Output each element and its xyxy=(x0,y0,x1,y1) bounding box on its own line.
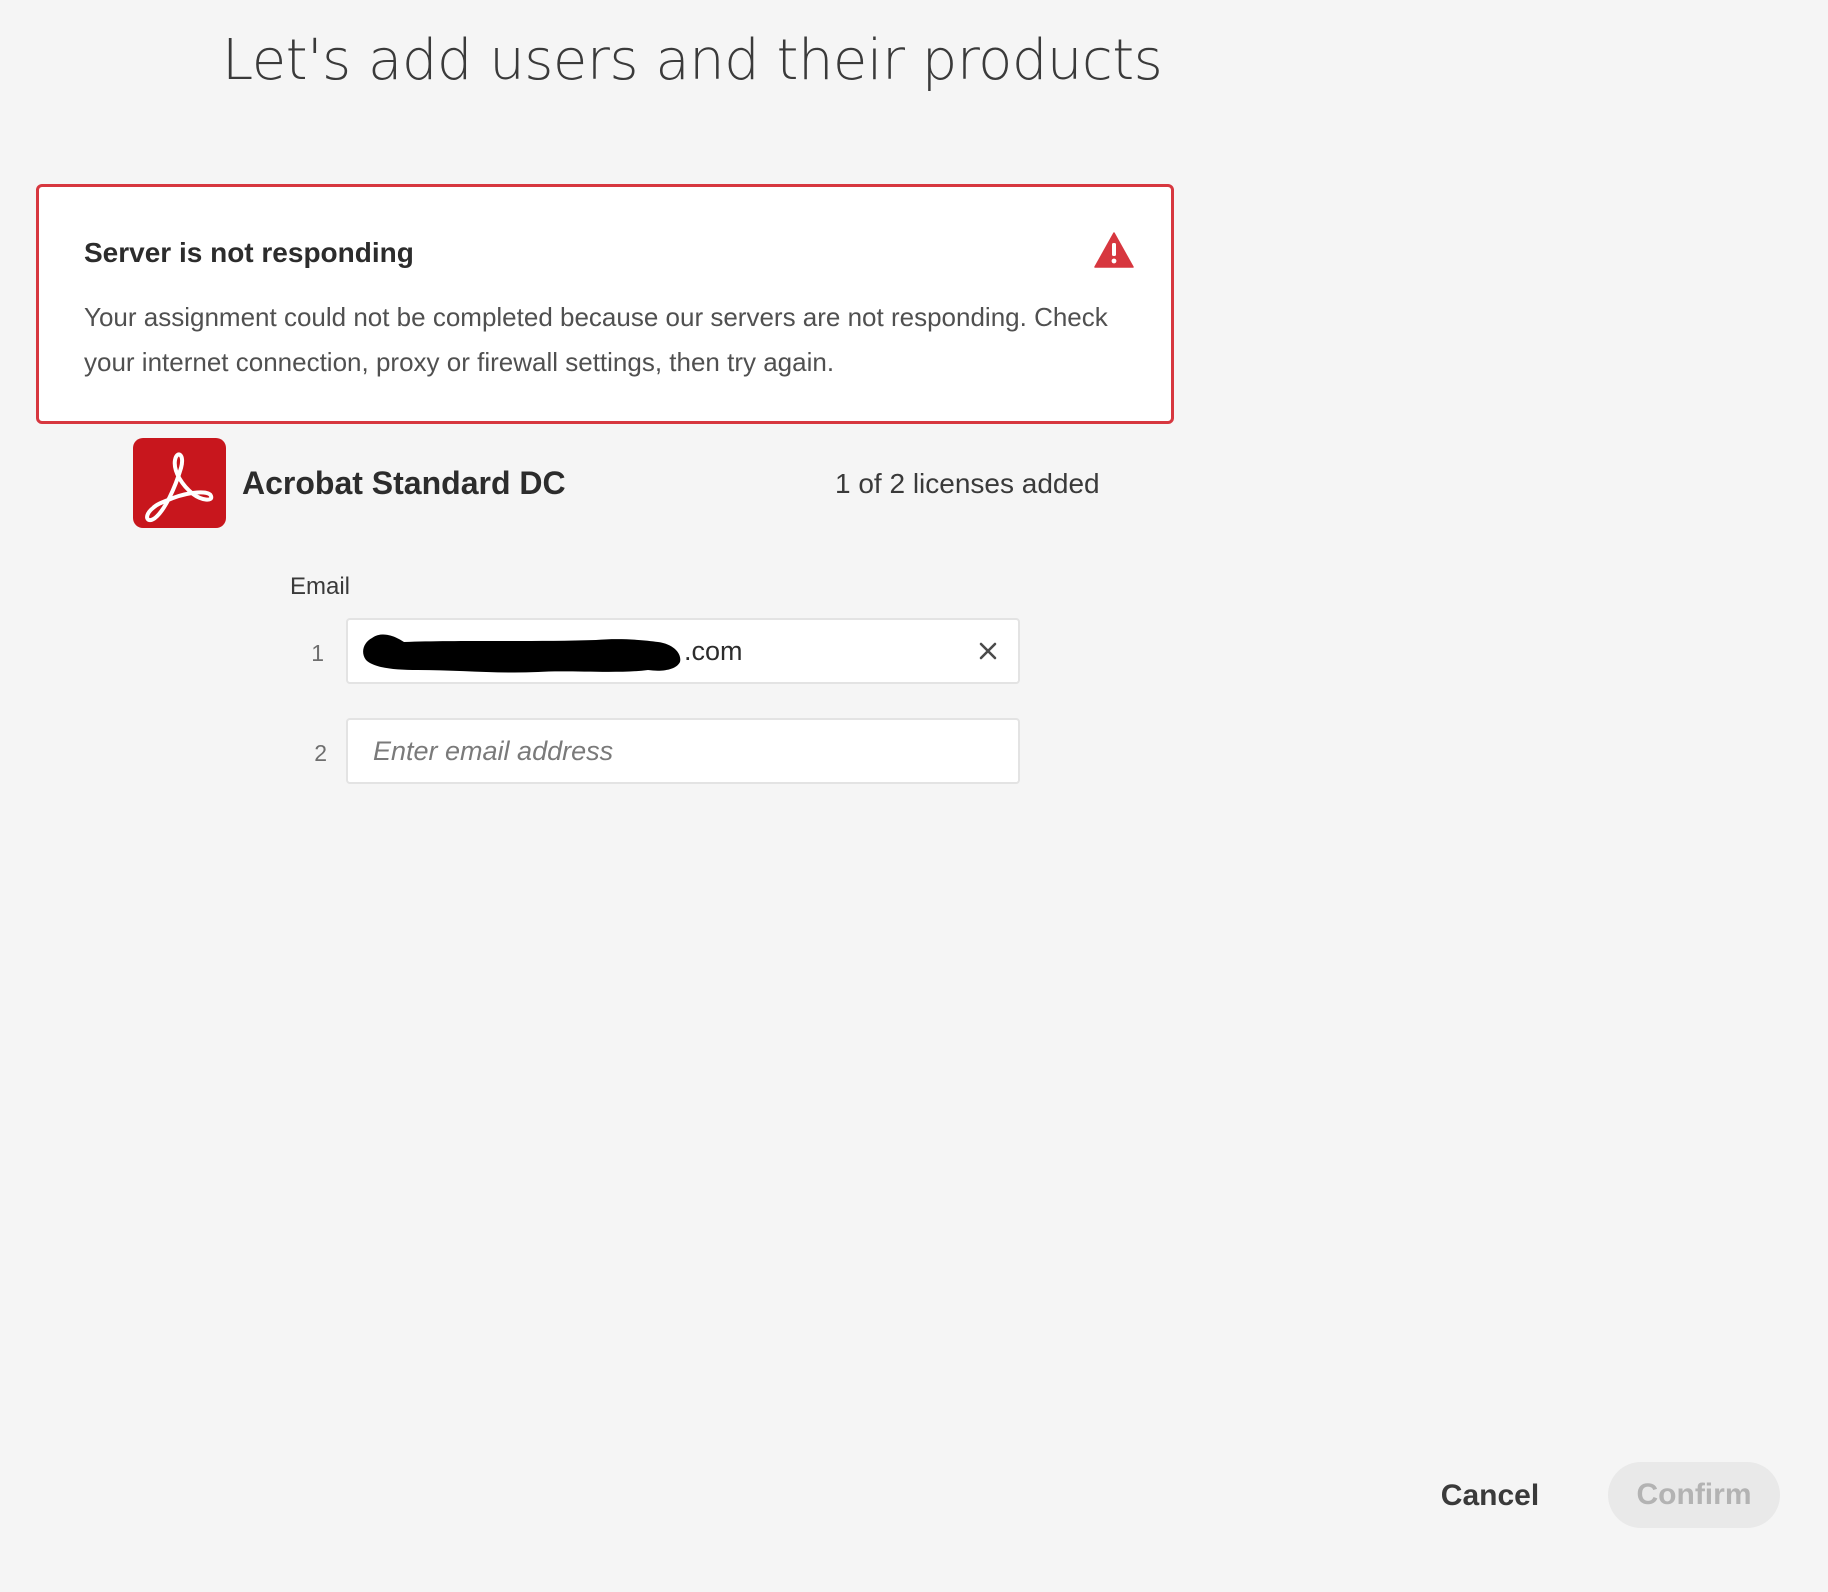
error-heading: Server is not responding xyxy=(84,237,414,268)
email-label: Email xyxy=(290,573,351,600)
alert-triangle-icon xyxy=(1094,232,1134,268)
email-field-2 xyxy=(346,718,1020,784)
cancel-button[interactable]: Cancel xyxy=(1430,1471,1550,1521)
close-icon xyxy=(979,642,997,660)
clear-email-button[interactable] xyxy=(972,635,1004,667)
error-alert: Server is not responding Your assignment… xyxy=(36,184,1174,424)
email-row-number: 1 xyxy=(311,640,324,666)
confirm-button[interactable]: Confirm xyxy=(1608,1462,1780,1528)
page-title: Let's add users and their products xyxy=(222,28,1163,93)
product-name: Acrobat Standard DC xyxy=(242,465,566,501)
email-field-1 xyxy=(346,618,1020,684)
email-input-2[interactable] xyxy=(348,720,1018,782)
acrobat-logo-icon xyxy=(133,438,226,528)
license-count: 1 of 2 licenses added xyxy=(835,468,1100,499)
email-row-number: 2 xyxy=(314,740,327,766)
error-message: Your assignment could not be completed b… xyxy=(84,302,1108,377)
email-input-1[interactable] xyxy=(348,620,1018,682)
